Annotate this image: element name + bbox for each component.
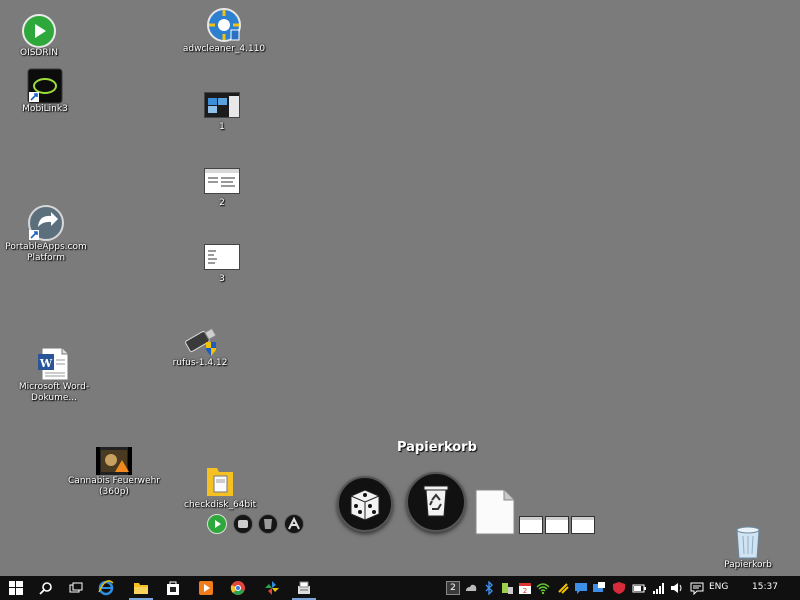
icon-label: Papierkorb <box>724 560 772 570</box>
icon-label: 3 <box>219 274 225 284</box>
task-view-icon <box>69 582 83 593</box>
icon-label: Microsoft Word-Dokume... <box>18 382 90 403</box>
desktop-icon-checkdisk[interactable]: checkdisk_64bit <box>184 464 256 511</box>
mini-cleaner-button[interactable] <box>233 514 253 534</box>
mini-tools-button[interactable] <box>284 514 304 534</box>
play-circle-icon <box>22 14 56 48</box>
icon-label: adwcleaner_4.110 <box>182 44 266 54</box>
signal-bars-icon[interactable] <box>652 581 666 595</box>
video-file-icon <box>96 447 132 475</box>
desktop-icon-recycle-bin[interactable]: Papierkorb <box>718 522 778 571</box>
icon-label: checkdisk_64bit <box>184 500 257 510</box>
svg-text:W: W <box>39 357 53 370</box>
bluetooth-icon[interactable] <box>482 581 496 595</box>
chat-icon[interactable] <box>574 581 588 595</box>
taskbar-app-pinwheel[interactable] <box>256 576 288 600</box>
rufus-usb-icon <box>185 327 217 356</box>
icon-label: Cannabis Feuerwehr (360p) <box>68 476 160 497</box>
taskbar-chrome[interactable] <box>222 576 254 600</box>
desktop-icon-mobilink[interactable]: MobiLink3 <box>16 68 74 115</box>
store-icon <box>167 581 179 595</box>
taskbar-file-explorer[interactable] <box>125 576 157 600</box>
folder-icon <box>134 583 148 594</box>
search-button[interactable] <box>30 576 62 600</box>
tray-notification-badge[interactable]: 2 <box>446 581 460 595</box>
clock[interactable]: 15:37 <box>752 582 778 592</box>
icon-label: OISDRIN <box>19 48 59 58</box>
dock-title: Papierkorb <box>397 440 477 455</box>
onedrive-icon[interactable] <box>464 581 478 595</box>
taskbar: 2 2 ENG 15:37 <box>0 576 800 600</box>
dock-window-thumbnail[interactable] <box>545 516 569 534</box>
security-shield-icon[interactable] <box>612 581 626 595</box>
screenshot-thumbnail-icon <box>204 244 240 270</box>
icon-label: rufus-1.4.12 <box>172 358 228 368</box>
language-indicator[interactable]: ENG <box>709 582 728 592</box>
mobilink-shortcut-icon <box>27 68 63 104</box>
adwcleaner-icon <box>207 8 241 42</box>
volume-icon[interactable] <box>670 581 684 595</box>
calendar-badge-icon[interactable]: 2 <box>518 581 532 595</box>
dice-icon <box>350 489 380 521</box>
network-device-icon[interactable] <box>592 581 606 595</box>
word-document-icon: W <box>38 347 69 381</box>
dock-window-thumbnail[interactable] <box>519 516 543 534</box>
desktop-icon-screenshot-3[interactable]: 3 <box>200 244 244 285</box>
icon-label: MobiLink3 <box>22 104 68 114</box>
icon-label: PortableApps.com Platform <box>5 242 87 263</box>
screenshot-thumbnail-icon <box>204 92 240 118</box>
mini-play-button[interactable] <box>207 514 227 534</box>
search-icon <box>39 582 52 595</box>
wifi-icon[interactable] <box>536 581 550 595</box>
play-icon <box>215 520 221 528</box>
internet-explorer-icon <box>98 580 114 596</box>
desktop-icon-portableapps[interactable]: PortableApps.com Platform <box>4 204 88 264</box>
power-plug-icon[interactable] <box>556 581 570 595</box>
pinwheel-app-icon <box>265 581 279 595</box>
device-icon[interactable] <box>500 581 514 595</box>
battery-icon[interactable] <box>632 581 646 595</box>
drive-icon <box>264 519 272 529</box>
recycle-icon <box>423 485 449 517</box>
checkdisk-icon <box>207 468 233 496</box>
task-view-button[interactable] <box>60 576 92 600</box>
taskbar-ie[interactable] <box>90 576 122 600</box>
screenshot-thumbnail-icon <box>204 168 240 194</box>
windows-logo-icon <box>9 581 23 595</box>
tools-icon <box>288 516 300 530</box>
chrome-icon <box>230 581 245 595</box>
action-center-icon[interactable] <box>690 581 704 595</box>
desktop-icon-rufus[interactable]: rufus-1.4.12 <box>168 322 232 369</box>
dock-recycle-button[interactable] <box>406 472 466 532</box>
start-button[interactable] <box>0 576 32 600</box>
icon-label: 2 <box>219 198 225 208</box>
document-icon[interactable] <box>474 488 516 536</box>
recycle-bin-icon <box>736 526 760 559</box>
dock-window-thumbnail[interactable] <box>571 516 595 534</box>
taskbar-store[interactable] <box>157 576 189 600</box>
desktop-icon-screenshot-1[interactable]: 1 <box>200 92 244 133</box>
desktop-icon-cannabis-video[interactable]: Cannabis Feuerwehr (360p) <box>68 446 160 498</box>
mini-drive-button[interactable] <box>258 514 278 534</box>
desktop-icon-screenshot-2[interactable]: 2 <box>200 168 244 209</box>
media-player-icon <box>199 581 213 595</box>
desktop-icon-adwcleaner[interactable]: adwcleaner_4.110 <box>182 6 266 55</box>
taskbar-media-player[interactable] <box>190 576 222 600</box>
desktop-icon-oisdrin[interactable]: OISDRIN <box>12 14 66 59</box>
desktop-icon-word-doc[interactable]: W Microsoft Word-Dokume... <box>14 346 94 404</box>
cleaner-icon <box>238 520 248 528</box>
svg-text:2: 2 <box>523 587 527 595</box>
dock-dice-button[interactable] <box>337 476 393 532</box>
taskbar-app-utility[interactable] <box>288 576 320 600</box>
icon-label: 1 <box>219 122 225 132</box>
portableapps-shortcut-icon <box>28 205 64 241</box>
utility-app-icon <box>298 581 310 594</box>
